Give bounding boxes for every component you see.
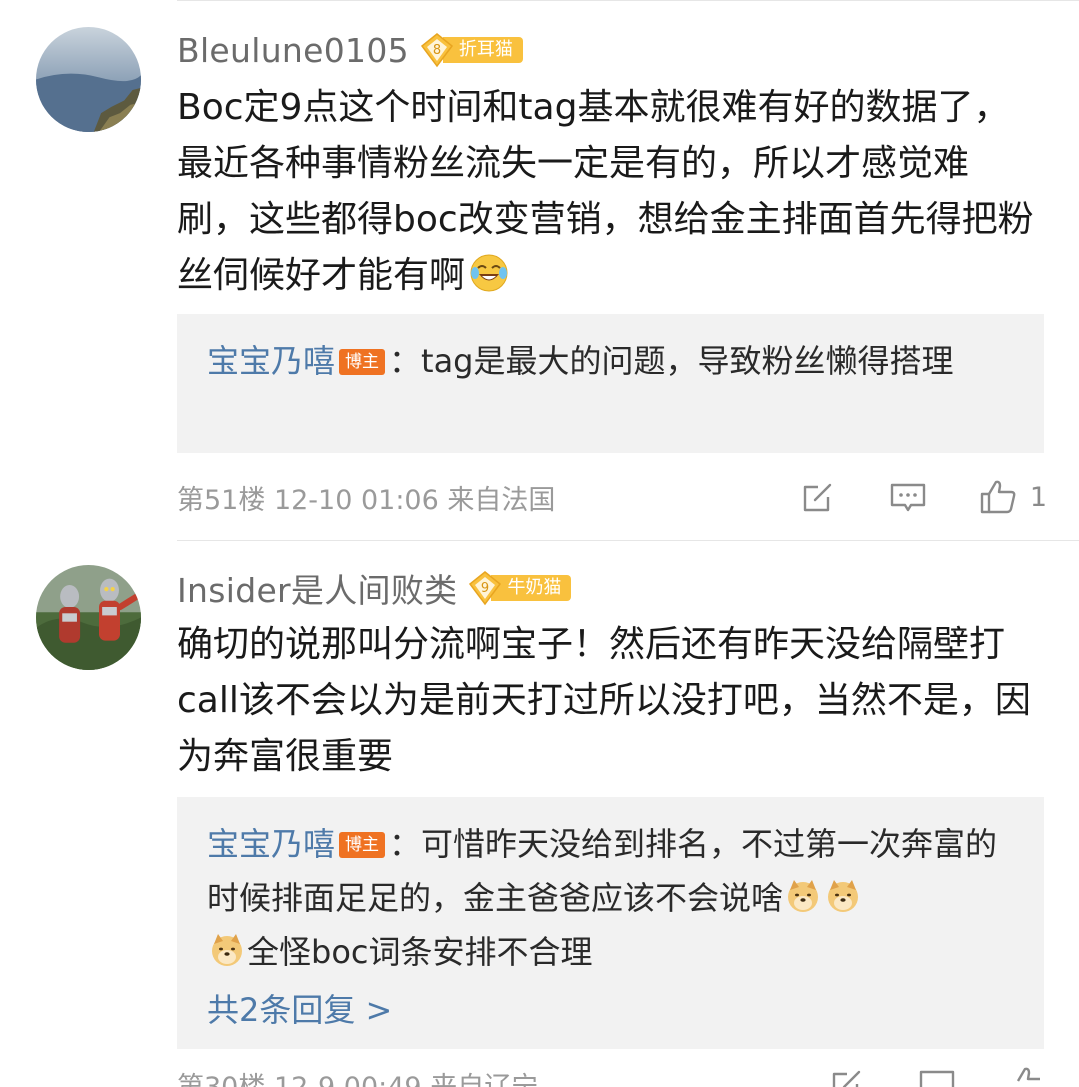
comment-text-content: Boc定9点这个时间和tag基本就很难有好的数据了，最近各种事情粉丝流失一定是有… xyxy=(177,87,1034,296)
reply-author[interactable]: 宝宝乃嘻 xyxy=(207,342,335,380)
host-tag: 博主 xyxy=(339,349,386,375)
badge-level: 9 xyxy=(481,581,489,596)
badge-label: 牛奶猫 xyxy=(491,575,572,601)
level-diamond-icon: 8 xyxy=(419,32,455,68)
like-count: 1 xyxy=(1029,481,1047,513)
reply-button[interactable] xyxy=(917,1064,957,1087)
reply-box[interactable]: 宝宝乃嘻 博主 ：tag是最大的问题，导致粉丝懒得搭理 xyxy=(177,314,1044,453)
comment-item: Bleulune0105 8 折耳猫 Boc定9点这个时间和tag基本就很难有好… xyxy=(0,0,1079,540)
reply-author[interactable]: 宝宝乃嘻 xyxy=(207,825,335,863)
share-edit-icon xyxy=(803,483,832,512)
comment-icon xyxy=(890,483,926,512)
avatar-landscape-image xyxy=(36,27,141,132)
username[interactable]: Insider是人间败类 xyxy=(177,564,457,612)
repost-button[interactable] xyxy=(827,1064,867,1087)
level-diamond-icon: 9 xyxy=(467,570,503,606)
floor-time-location: 第51楼 12-10 01:06 来自法国 xyxy=(177,484,556,516)
like-button[interactable]: 1 xyxy=(978,477,1047,517)
comment-text: Boc定9点这个时间和tag基本就很难有好的数据了，最近各种事情粉丝流失一定是有… xyxy=(177,80,1037,304)
comment-text: 确切的说那叫分流啊宝子！然后还有昨天没给隔壁打call该不会以为是前天打过所以没… xyxy=(177,617,1037,785)
user-row: Bleulune0105 8 折耳猫 xyxy=(177,25,523,75)
avatar[interactable] xyxy=(36,565,141,670)
view-replies-link[interactable]: 共2条回复 > xyxy=(207,983,1014,1037)
reply-text-tail: 全怪boc词条安排不合理 xyxy=(247,933,593,971)
comment-meta: 第51楼 12-10 01:06 来自法国 1 xyxy=(177,472,1047,522)
like-button[interactable] xyxy=(1007,1064,1047,1087)
thumbs-up-icon xyxy=(1016,1067,1040,1082)
fan-badge[interactable]: 8 折耳猫 xyxy=(419,32,523,68)
floor-time-location: 第30楼 12-9 00:49 来自辽宁 xyxy=(177,1071,539,1087)
thumbs-up-icon xyxy=(980,480,1016,514)
user-row: Insider是人间败类 9 牛奶猫 xyxy=(177,563,572,613)
reply-box[interactable]: 宝宝乃嘻 博主 ：可惜昨天没给到排名，不过第一次奔富的时候排面足足的，金主爸爸应该不… xyxy=(177,797,1044,1049)
comment-meta: 第30楼 12-9 00:49 来自辽宁 xyxy=(177,1064,1047,1087)
repost-button[interactable] xyxy=(798,477,838,517)
share-edit-icon xyxy=(832,1070,861,1087)
fan-badge[interactable]: 9 牛奶猫 xyxy=(467,570,572,606)
reply-button[interactable] xyxy=(888,477,928,517)
host-tag: 博主 xyxy=(339,832,386,858)
comment-item: Insider是人间败类 9 牛奶猫 确切的说那叫分流啊宝子！然后还有昨天没给隔… xyxy=(0,541,1079,1087)
avatar[interactable] xyxy=(36,27,141,132)
laugh-cry-emoji-icon xyxy=(469,253,509,293)
comment-text-content: 确切的说那叫分流啊宝子！然后还有昨天没给隔壁打call该不会以为是前天打过所以没… xyxy=(177,624,1031,777)
comment-actions xyxy=(777,1064,1047,1087)
username[interactable]: Bleulune0105 xyxy=(177,31,409,70)
reply-text: ：tag是最大的问题，导致粉丝懒得搭理 xyxy=(389,342,954,380)
badge-level: 8 xyxy=(433,43,441,58)
doge-emoji-icon xyxy=(825,878,861,914)
comment-actions: 1 xyxy=(748,472,1047,522)
avatar-heroes-image xyxy=(36,565,141,670)
doge-emoji-icon xyxy=(209,932,245,968)
comment-icon xyxy=(919,1070,955,1087)
badge-label: 折耳猫 xyxy=(442,37,523,63)
doge-emoji-icon xyxy=(785,878,821,914)
